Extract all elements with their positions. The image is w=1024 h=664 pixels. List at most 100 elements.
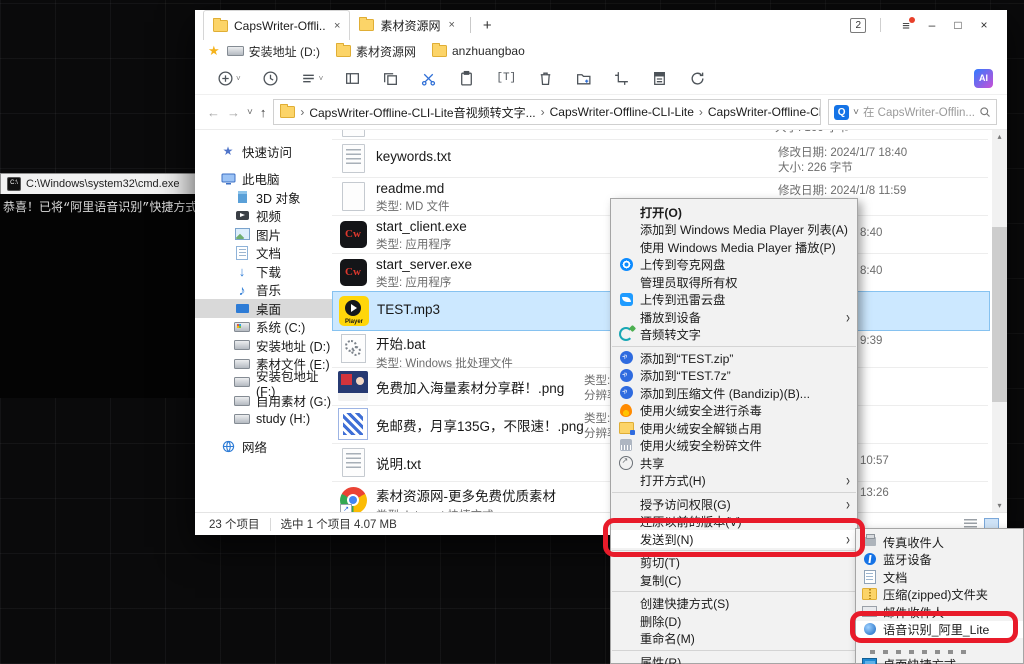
blank-icon <box>618 275 634 289</box>
menu-item-rename[interactable]: 重命名(M) <box>611 630 857 648</box>
recent-button[interactable] <box>262 70 279 87</box>
tab-close-icon[interactable]: × <box>448 19 454 31</box>
sidebar-item-videos[interactable]: 视频 <box>195 207 332 226</box>
scrollbar[interactable]: ▴ ▾ <box>992 130 1007 512</box>
search-box[interactable]: Q ˅ 在 CapsWriter-Offlin... <box>828 99 997 125</box>
close-button[interactable]: × <box>971 18 997 32</box>
menu-item-upload-xunlei[interactable]: 上传到迅雷云盘 <box>611 291 857 309</box>
cmd-window[interactable]: C:\ C:\Windows\system32\cmd.exe 恭喜！已将“阿里… <box>0 173 218 398</box>
menu-item-huorong-scan[interactable]: 使用火绒安全进行杀毒 <box>611 402 857 420</box>
menu-item-add-to-zip[interactable]: 添加到“TEST.zip” <box>611 349 857 367</box>
ai-assistant-button[interactable]: AI <box>974 69 993 88</box>
breadcrumb[interactable]: › CapsWriter-Offline-CLI-Lite音视频转文字... ›… <box>273 99 821 125</box>
search-engine-badge[interactable]: Q <box>834 105 849 120</box>
file-type-fragment: 类型: <box>584 372 610 388</box>
menu-item-properties[interactable]: 属性(R) <box>611 653 857 664</box>
toggle-pane-button[interactable] <box>344 70 361 87</box>
sidebar-item-this-pc[interactable]: 此电脑 <box>195 170 332 189</box>
paste-button[interactable] <box>458 70 475 87</box>
menu-item-delete[interactable]: 删除(D) <box>611 612 857 630</box>
favorites-star-icon[interactable]: ★ <box>208 43 220 59</box>
menu-item-copy[interactable]: 复制(C) <box>611 571 857 589</box>
menu-item-add-to-archive[interactable]: 添加到压缩文件 (Bandizip)(B)... <box>611 384 857 402</box>
new-item-button[interactable]: ˅ <box>217 70 241 87</box>
notes-button[interactable] <box>651 70 668 87</box>
menu-item-wmp-add[interactable]: 添加到 Windows Media Player 列表(A) <box>611 221 857 239</box>
favorite-item-d-drive[interactable]: 安装地址 (D:) <box>227 43 320 60</box>
search-input[interactable]: 在 CapsWriter-Offlin... <box>863 104 975 120</box>
breadcrumb-segment[interactable]: CapsWriter-Offline-CLI-Lite <box>708 105 821 119</box>
sidebar-item-downloads[interactable]: ↓ 下载 <box>195 262 332 281</box>
minimize-button[interactable]: – <box>919 18 945 32</box>
up-button[interactable]: ↑ <box>260 105 267 120</box>
menu-item-share[interactable]: 共享 <box>611 454 857 472</box>
sidebar-item-desktop[interactable]: 桌面 <box>195 299 332 318</box>
tab-count-badge: 2 <box>850 18 866 33</box>
delete-button[interactable] <box>537 70 554 87</box>
search-icon[interactable] <box>979 106 991 118</box>
refresh-button[interactable] <box>689 70 706 87</box>
document-icon <box>862 570 877 583</box>
maximize-button[interactable]: □ <box>945 18 971 32</box>
window-menu-icon[interactable]: ≡ <box>893 18 919 33</box>
scroll-down-icon[interactable]: ▾ <box>992 501 1007 510</box>
history-dropdown-icon[interactable]: ˅ <box>247 107 253 118</box>
tab-capswriter[interactable]: CapsWriter-Offli... × <box>203 10 350 40</box>
sendto-item-zipped-folder[interactable]: 压缩(zipped)文件夹 <box>856 586 1023 604</box>
sidebar-item-drive-h[interactable]: study (H:) <box>195 410 332 429</box>
text-file-icon <box>338 130 368 138</box>
breadcrumb-segment[interactable]: CapsWriter-Offline-CLI-Lite <box>550 105 694 119</box>
view-menu-button[interactable]: ˅ <box>300 70 324 87</box>
menu-item-huorong-unlock[interactable]: 使用火绒安全解锁占用 <box>611 419 857 437</box>
menu-item-cast-to-device[interactable]: 播放到设备› <box>611 308 857 326</box>
copy-button[interactable] <box>382 70 399 87</box>
forward-button[interactable]: → <box>227 105 240 120</box>
sidebar-item-music[interactable]: ♪ 音乐 <box>195 281 332 300</box>
back-button[interactable]: ← <box>207 105 220 120</box>
rename-button[interactable]: [T] <box>496 72 516 84</box>
breadcrumb-segment[interactable]: CapsWriter-Offline-CLI-Lite音视频转文字... <box>309 104 535 121</box>
menu-item-huorong-shred[interactable]: 使用火绒安全粉碎文件 <box>611 437 857 455</box>
menu-item-upload-quark[interactable]: 上传到夸克网盘 <box>611 256 857 274</box>
tab-close-icon[interactable]: × <box>334 20 340 32</box>
menu-item-audio-to-text[interactable]: 音频转文字 <box>611 326 857 344</box>
tab-sucai[interactable]: 素材资源网 × <box>350 11 463 40</box>
sidebar-item-drive-d[interactable]: 安装地址 (D:) <box>195 336 332 355</box>
sendto-item-fax[interactable]: 传真收件人 <box>856 533 1023 551</box>
crop-button[interactable] <box>613 70 630 87</box>
menu-item-open[interactable]: 打开(O) <box>611 203 857 221</box>
search-dropdown-icon[interactable]: ˅ <box>853 107 859 118</box>
scrollbar-thumb[interactable] <box>992 227 1007 402</box>
refresh-icon <box>689 70 706 87</box>
menu-item-add-to-7z[interactable]: 添加到“TEST.7z” <box>611 367 857 385</box>
sidebar-item-documents[interactable]: 文档 <box>195 244 332 263</box>
breadcrumb-separator: › <box>300 105 304 119</box>
cut-button[interactable] <box>420 70 437 87</box>
cmd-titlebar[interactable]: C:\ C:\Windows\system32\cmd.exe <box>0 173 218 194</box>
new-tab-button[interactable]: + <box>477 17 498 34</box>
menu-item-wmp-play[interactable]: 使用 Windows Media Player 播放(P) <box>611 238 857 256</box>
new-folder-button[interactable] <box>575 70 592 87</box>
menu-item-take-ownership[interactable]: 管理员取得所有权 <box>611 273 857 291</box>
sendto-item-desktop-shortcut[interactable]: 桌面快捷方式 <box>856 656 1023 664</box>
menu-item-create-shortcut[interactable]: 创建快捷方式(S) <box>611 595 857 613</box>
sidebar-item-pictures[interactable]: 图片 <box>195 225 332 244</box>
file-row-keywords-txt[interactable]: keywords.txt 修改日期: 2024/1/7 18:40 大小: 22… <box>332 139 988 178</box>
file-type-fragment: 类型: <box>584 410 610 426</box>
sidebar-item-drive-g[interactable]: 自用素材 (G:) <box>195 392 332 411</box>
menu-item-open-with[interactable]: 打开方式(H)› <box>611 472 857 490</box>
scroll-up-icon[interactable]: ▴ <box>992 132 1007 141</box>
obscured-text <box>870 650 970 654</box>
menu-item-give-access[interactable]: 授予访问权限(G)› <box>611 495 857 513</box>
sidebar-item-quick-access[interactable]: ★ 快速访问 <box>195 142 332 161</box>
favorite-item-sucai[interactable]: 素材资源网 <box>336 43 416 60</box>
sendto-item-bluetooth[interactable]: 蓝牙设备 <box>856 551 1023 569</box>
favorite-item-anzhuangbao[interactable]: anzhuangbao <box>432 44 525 58</box>
drive-icon <box>234 412 250 426</box>
sidebar-item-drive-c[interactable]: 系统 (C:) <box>195 318 332 337</box>
sendto-item-documents[interactable]: 文档 <box>856 568 1023 586</box>
sidebar-item-3d-objects[interactable]: 3D 对象 <box>195 188 332 207</box>
sidebar-item-drive-f[interactable]: 安装包地址 (F:) <box>195 373 332 392</box>
sidebar-item-label: 桌面 <box>256 299 281 318</box>
sidebar-item-network[interactable]: 网络 <box>195 438 332 457</box>
